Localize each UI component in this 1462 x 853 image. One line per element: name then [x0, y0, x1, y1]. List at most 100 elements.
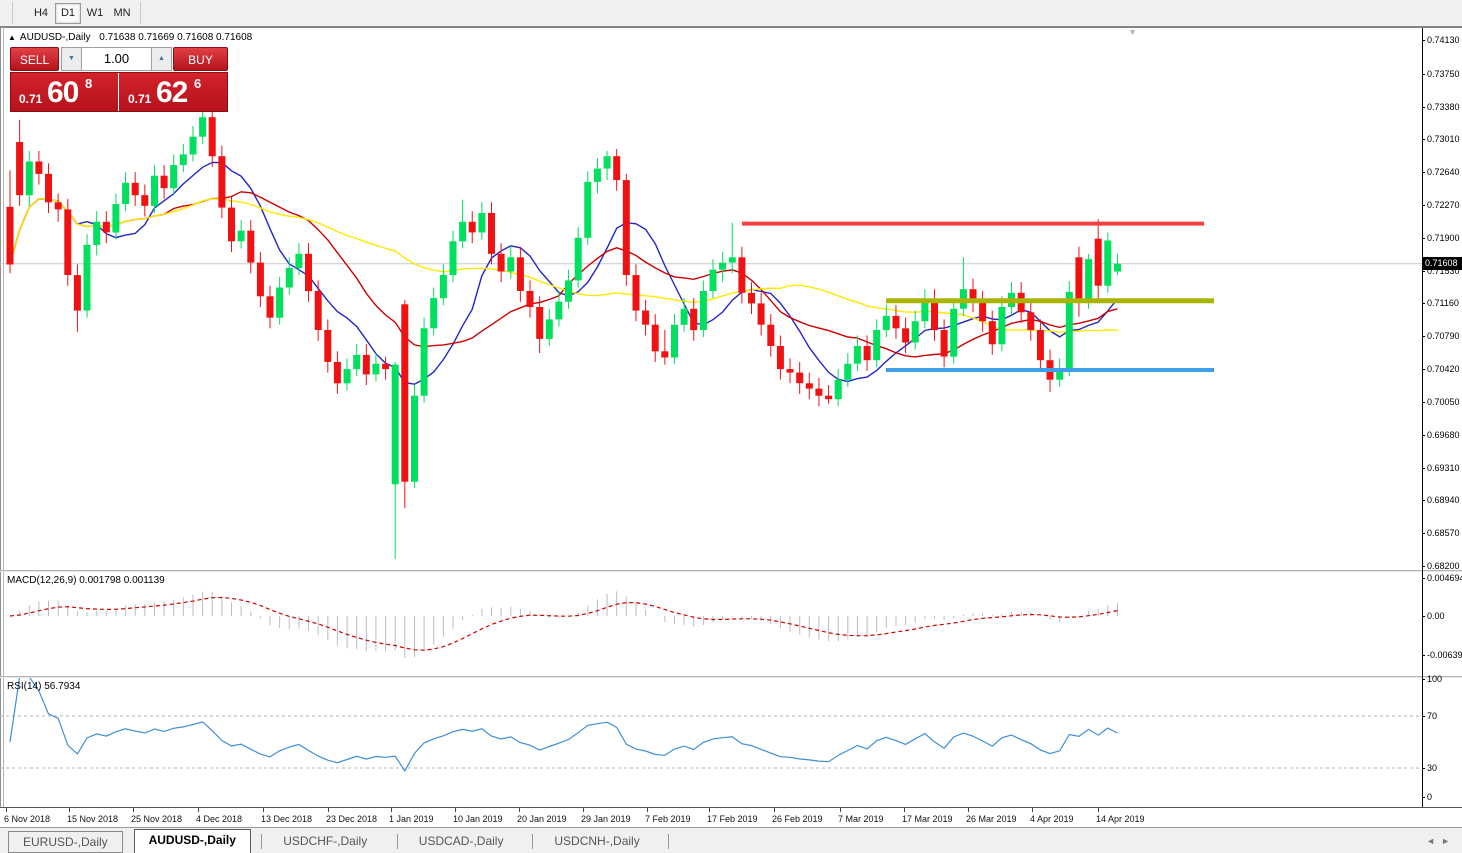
date-axis-tick	[455, 808, 456, 812]
price-axis-label: 0.68200	[1427, 561, 1460, 571]
tab-scroll-left-icon[interactable]: ◄	[1426, 836, 1441, 846]
date-axis-label: 14 Apr 2019	[1096, 814, 1145, 824]
tab-usdchf-daily[interactable]: USDCHF-,Daily	[269, 831, 381, 853]
price-axis-tick	[1422, 40, 1425, 41]
price-axis-label: 0.68570	[1427, 528, 1460, 538]
sell-price-prefix: 0.71	[19, 92, 42, 106]
timeframe-button-d1[interactable]: D1	[55, 3, 81, 24]
date-axis-tick	[774, 808, 775, 812]
rsi-indicator-label: RSI(14) 56.7934	[7, 681, 80, 692]
price-axis-label: 0.71900	[1427, 233, 1460, 243]
price-axis-tick	[1422, 566, 1425, 567]
price-axis-label: 0.69310	[1427, 463, 1460, 473]
date-axis-tick	[69, 808, 70, 812]
price-axis-line	[1422, 28, 1423, 807]
date-axis-label: 15 Nov 2018	[67, 814, 118, 824]
buy-price-display[interactable]: 0.71 62 6	[120, 73, 228, 111]
date-axis: 6 Nov 201815 Nov 201825 Nov 20184 Dec 20…	[0, 807, 1462, 827]
buy-price-pip: 6	[194, 76, 201, 91]
price-axis-tick	[1422, 533, 1425, 534]
one-click-trade-panel: SELL ▼ 1.00 ▲ BUY 0.71 60 8 0.71 62 6	[10, 47, 228, 112]
tab-separator	[668, 834, 669, 849]
date-axis-tick	[519, 808, 520, 812]
macd-rsi-separator[interactable]	[0, 676, 1462, 678]
date-axis-label: 1 Jan 2019	[389, 814, 434, 824]
price-axis-tick	[1422, 500, 1425, 501]
tab-usdcad-daily[interactable]: USDCAD-,Daily	[405, 831, 518, 853]
date-axis-label: 17 Mar 2019	[902, 814, 953, 824]
price-axis-tick	[1422, 369, 1425, 370]
window-left-border	[0, 27, 1, 807]
window-left-border-light	[3, 27, 4, 807]
sell-price-display[interactable]: 0.71 60 8	[11, 73, 119, 111]
tab-usdcnh-daily[interactable]: USDCNH-,Daily	[540, 831, 653, 853]
tab-separator	[397, 834, 398, 849]
volume-decrease-icon[interactable]: ▼	[61, 47, 82, 71]
date-axis-label: 26 Mar 2019	[966, 814, 1017, 824]
chart-symbol-title: ▲AUDUSD-,Daily 0.71638 0.71669 0.71608 0…	[8, 32, 252, 43]
date-axis-label: 25 Nov 2018	[131, 814, 182, 824]
date-axis-tick	[709, 808, 710, 812]
price-axis-label: 0.68940	[1427, 495, 1460, 505]
date-axis-tick	[1032, 808, 1033, 812]
date-axis-label: 17 Feb 2019	[707, 814, 758, 824]
buy-button[interactable]: BUY	[173, 47, 228, 71]
trading-terminal-window: H4D1W1MN ▲AUDUSD-,Daily 0.71638 0.71669 …	[0, 0, 1462, 853]
date-axis-label: 26 Feb 2019	[772, 814, 823, 824]
bid-ask-display: 0.71 60 8 0.71 62 6	[10, 72, 228, 112]
rsi-axis-label: 100	[1427, 674, 1442, 684]
price-axis-label: 0.74130	[1427, 35, 1460, 45]
rsi-axis-label: 0	[1427, 792, 1432, 802]
rsi-axis-tick	[1422, 768, 1425, 769]
timeframe-button-w1[interactable]: W1	[82, 3, 108, 24]
symbol-tab-bar: ◄► EURUSD-,Daily AUDUSD-,Daily USDCHF-,Dai…	[0, 827, 1462, 853]
date-axis-label: 4 Dec 2018	[196, 814, 242, 824]
date-axis-tick	[133, 808, 134, 812]
date-axis-label: 7 Mar 2019	[838, 814, 884, 824]
price-axis-label: 0.73750	[1427, 69, 1460, 79]
tab-scroll-arrows[interactable]: ◄►	[1426, 836, 1456, 846]
macd-indicator-label: MACD(12,26,9) 0.001798 0.001139	[7, 575, 165, 586]
tab-separator	[261, 834, 262, 849]
price-axis-tick	[1422, 172, 1425, 173]
volume-increase-icon[interactable]: ▲	[151, 47, 172, 71]
tab-eurusd-daily[interactable]: EURUSD-,Daily	[8, 831, 123, 853]
price-axis-label: 0.73380	[1427, 102, 1460, 112]
date-axis-tick	[328, 808, 329, 812]
price-axis-tick	[1422, 107, 1425, 108]
price-axis-tick	[1422, 303, 1425, 304]
tab-separator	[532, 834, 533, 849]
date-axis-label: 23 Dec 2018	[326, 814, 377, 824]
date-axis-tick	[968, 808, 969, 812]
price-axis-tick	[1422, 336, 1425, 337]
timeframe-button-h4[interactable]: H4	[28, 3, 54, 24]
main-macd-separator[interactable]	[0, 570, 1462, 572]
price-axis-tick	[1422, 402, 1425, 403]
price-axis-tick	[1422, 205, 1425, 206]
date-axis-tick	[391, 808, 392, 812]
price-axis-tick	[1422, 238, 1425, 239]
price-axis-label: 0.69680	[1427, 430, 1460, 440]
date-axis-label: 13 Dec 2018	[261, 814, 312, 824]
date-axis-label: 20 Jan 2019	[517, 814, 567, 824]
macd-axis-label: -0.00639	[1427, 650, 1462, 660]
date-axis-label: 29 Jan 2019	[581, 814, 631, 824]
date-axis-tick	[583, 808, 584, 812]
ohlc-values: 0.71638 0.71669 0.71608 0.71608	[99, 32, 252, 43]
timeframe-button-mn[interactable]: MN	[109, 3, 135, 24]
sell-price-pip: 8	[85, 76, 92, 91]
current-price-tag: 0.71608	[1422, 257, 1462, 270]
tab-scroll-right-icon[interactable]: ►	[1441, 836, 1456, 846]
chart-shift-marker-icon[interactable]: ▼	[1128, 27, 1137, 37]
price-axis-tick	[1422, 74, 1425, 75]
date-axis-label: 10 Jan 2019	[453, 814, 503, 824]
sell-button[interactable]: SELL	[10, 47, 59, 71]
date-axis-tick	[263, 808, 264, 812]
rsi-axis-tick	[1422, 716, 1425, 717]
volume-input[interactable]: 1.00	[82, 47, 151, 71]
macd-axis-tick	[1422, 655, 1425, 656]
collapse-trade-panel-icon[interactable]: ▲	[8, 33, 16, 42]
tab-audusd-daily[interactable]: AUDUSD-,Daily	[134, 829, 251, 853]
date-axis-tick	[647, 808, 648, 812]
macd-axis-label: 0.004694	[1427, 573, 1462, 583]
